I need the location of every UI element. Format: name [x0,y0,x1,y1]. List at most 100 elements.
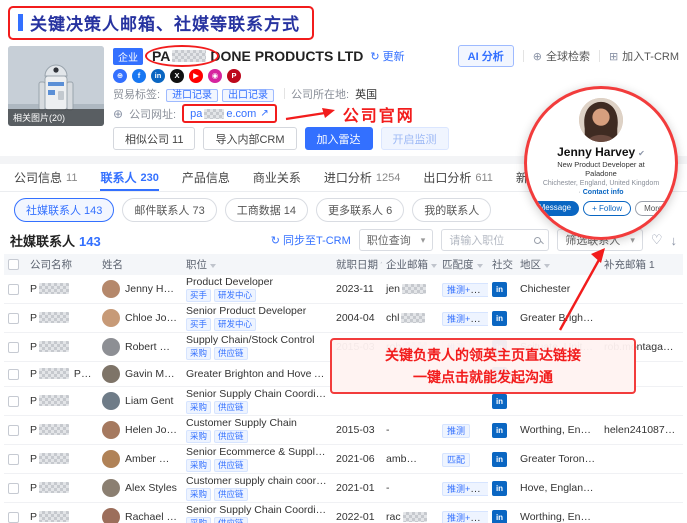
linkedin-icon[interactable]: in [492,311,507,326]
row-checkbox[interactable] [8,454,19,465]
linkedin-icon[interactable]: in [492,423,507,438]
youtube-icon[interactable]: ▶ [189,69,203,83]
avatar [102,421,120,439]
contact-name[interactable]: Chloe Jones [125,312,182,324]
linkedin-icon[interactable]: in [492,282,507,297]
cell-name: Gavin Meeks [98,362,182,387]
linkedin-icon[interactable]: in [492,452,507,467]
row-checkbox[interactable] [8,512,19,523]
similar-companies-button[interactable]: 相似公司 11 [113,127,195,150]
pill-邮件联系人[interactable]: 邮件联系人 73 [122,198,216,222]
cell-company: P [26,387,98,416]
contact-name[interactable]: Jenny Harvey [125,283,182,295]
tab-产品信息[interactable]: 产品信息 [182,164,230,191]
linkedin-icon[interactable]: in [151,69,165,83]
website-link[interactable]: pae.com ↗ [182,104,277,123]
cell-social: in [488,474,516,503]
ai-analyze-button[interactable]: AI 分析 [458,45,514,67]
col-social: 社交 [488,254,516,275]
facebook-icon[interactable]: f [132,69,146,83]
tab-联系人[interactable]: 联系人230 [100,164,158,191]
pill-社媒联系人[interactable]: 社媒联系人 143 [14,198,114,222]
pill-更多联系人[interactable]: 更多联系人 6 [316,198,404,222]
position-tags: 采购供应链 [186,488,328,501]
sync-tcrm-button[interactable]: ↻同步至T-CRM [271,232,351,248]
tab-label: 产品信息 [182,169,230,186]
website-label: 公司网址: [129,106,176,122]
section-title: 社媒联系人143 [10,231,101,250]
add-radar-button[interactable]: 加入雷达 [305,127,373,150]
tab-商业关系[interactable]: 商业关系 [253,164,301,191]
trade-tag[interactable]: 出口记录 [222,89,274,102]
row-checkbox[interactable] [8,483,19,494]
contact-name[interactable]: Helen Johnstone [125,424,182,436]
pinterest-icon[interactable]: P [227,69,241,83]
contact-name[interactable]: Alex Styles [125,482,177,494]
masked-text [204,109,224,119]
favorite-icon[interactable]: ♡ [651,232,663,248]
avatar [102,338,120,356]
trade-tag[interactable]: 进口记录 [166,89,218,102]
cell-company: P [26,304,98,333]
contact-name[interactable]: Rachael Kelly [125,511,182,523]
row-checkbox[interactable] [8,425,19,436]
linkedin-icon[interactable]: in [492,481,507,496]
avatar [102,365,120,383]
col-date: 就职日期⇅ [332,254,382,275]
cell-name: Liam Gent [98,387,182,416]
filter-icon[interactable] [210,264,216,268]
job-category-select[interactable]: 职位查询▾ [359,229,434,251]
row-checkbox[interactable] [8,396,19,407]
filter-icon[interactable] [477,264,483,268]
pill-我的联系人[interactable]: 我的联系人 [412,198,491,222]
start-monitor-button[interactable]: 开启监测 [381,127,449,150]
instagram-icon[interactable]: ◉ [208,69,222,83]
cell-select [4,275,26,304]
cell-name: Helen Johnstone [98,416,182,445]
company-photo[interactable]: 相关图片(20) [8,46,104,126]
cell-select [4,474,26,503]
tab-公司信息[interactable]: 公司信息11 [14,164,77,191]
linkedin-icon[interactable]: in [492,510,507,523]
linkedin-icon[interactable]: in [492,394,507,409]
job-search-input[interactable]: 请输入职位 [441,229,549,251]
company-name-suffix: DONE PRODUCTS LTD [210,48,363,64]
global-search-button[interactable]: ⊕全球检索 [533,48,590,64]
contact-name[interactable]: Amber Whitty [125,453,182,465]
contact-name[interactable]: Robert Monta... [125,341,182,353]
annotation-line-2: 一键点击就能发起沟通 [413,367,553,387]
cell-region: Worthing, England,... [516,416,600,445]
select-all-checkbox[interactable] [8,259,19,270]
tab-进口分析[interactable]: 进口分析1254 [324,164,401,191]
contact-name[interactable]: Gavin Meeks [125,368,182,380]
pill-工商数据[interactable]: 工商数据 14 [225,198,308,222]
tab-count: 1254 [376,172,400,184]
row-checkbox[interactable] [8,369,19,380]
position-tag: 供应链 [214,430,248,443]
website-icon[interactable]: ⊕ [113,69,127,83]
cell-match: 匹配 [438,445,488,474]
contact-name[interactable]: Liam Gent [125,395,173,407]
position-tag: 采购 [186,459,211,472]
tab-label: 商业关系 [253,169,301,186]
download-icon[interactable]: ↓ [671,233,678,248]
join-tcrm-button[interactable]: ⊞加入T-CRM [609,48,679,64]
row-checkbox[interactable] [8,284,19,295]
contact-info-link[interactable]: Contact info [583,189,624,196]
x-twitter-icon[interactable]: X [170,69,184,83]
row-checkbox[interactable] [8,313,19,324]
import-crm-button[interactable]: 导入内部CRM [203,127,296,150]
masked-text [402,284,426,294]
match-badge: 匹配 [442,453,470,467]
sort-icon[interactable]: ⇅ [380,260,382,270]
follow-button[interactable]: + Follow [583,201,631,216]
arrow-to-profile-annotation [548,244,618,336]
position-title: Senior Ecommerce & Supply Cha... [186,446,328,458]
tab-出口分析[interactable]: 出口分析611 [423,164,493,191]
row-checkbox[interactable] [8,342,19,353]
cell-extra-email: helen241087@msn... [600,416,683,445]
col-position: 职位 [182,254,332,275]
cell-company: P Produc... [26,362,98,387]
refresh-link[interactable]: ↻更新 [370,48,404,64]
filter-icon[interactable] [431,264,437,268]
